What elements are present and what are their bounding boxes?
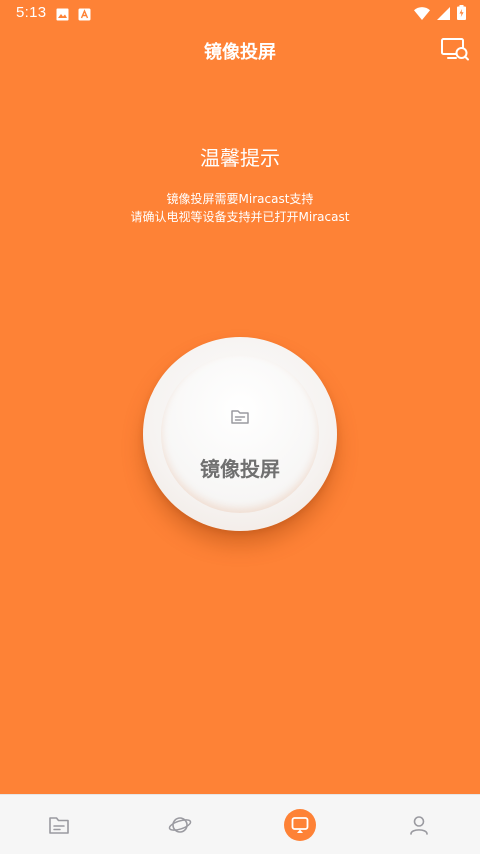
status-bar: 5:13	[0, 0, 480, 26]
cast-search-icon	[440, 38, 470, 68]
status-time: 5:13	[16, 4, 47, 21]
image-icon	[56, 6, 69, 25]
status-notification-icons	[56, 6, 91, 25]
nav-item-files[interactable]	[20, 795, 100, 854]
nav-item-explore[interactable]	[140, 795, 220, 854]
battery-icon	[457, 5, 466, 24]
signal-icon	[437, 5, 450, 24]
screen: 5:13 镜像投屏 温馨提示 镜像投屏需要Miracast支持 请确认电视等设备…	[0, 0, 480, 854]
wifi-icon	[414, 5, 430, 24]
nav-item-profile[interactable]	[380, 795, 460, 854]
tip-title: 温馨提示	[200, 146, 280, 170]
app-bar: 镜像投屏	[0, 26, 480, 74]
page-title: 镜像投屏	[204, 42, 276, 63]
mirror-cast-label: 镜像投屏	[200, 457, 280, 481]
nav-item-mirror-cast[interactable]	[260, 795, 340, 854]
status-system-icons	[414, 5, 466, 24]
mirror-cast-button-face	[161, 355, 319, 513]
app-notification-icon	[78, 6, 91, 25]
tip-text-line-2: 请确认电视等设备支持并已打开Miracast	[130, 210, 350, 224]
folder-icon	[230, 407, 250, 427]
tip-text-line-1: 镜像投屏需要Miracast支持	[166, 192, 314, 206]
mirror-cast-button[interactable]: 镜像投屏	[143, 337, 337, 531]
bottom-nav	[0, 794, 480, 854]
nav-cast-active-circle	[284, 809, 316, 841]
cast-search-button[interactable]	[440, 36, 470, 64]
